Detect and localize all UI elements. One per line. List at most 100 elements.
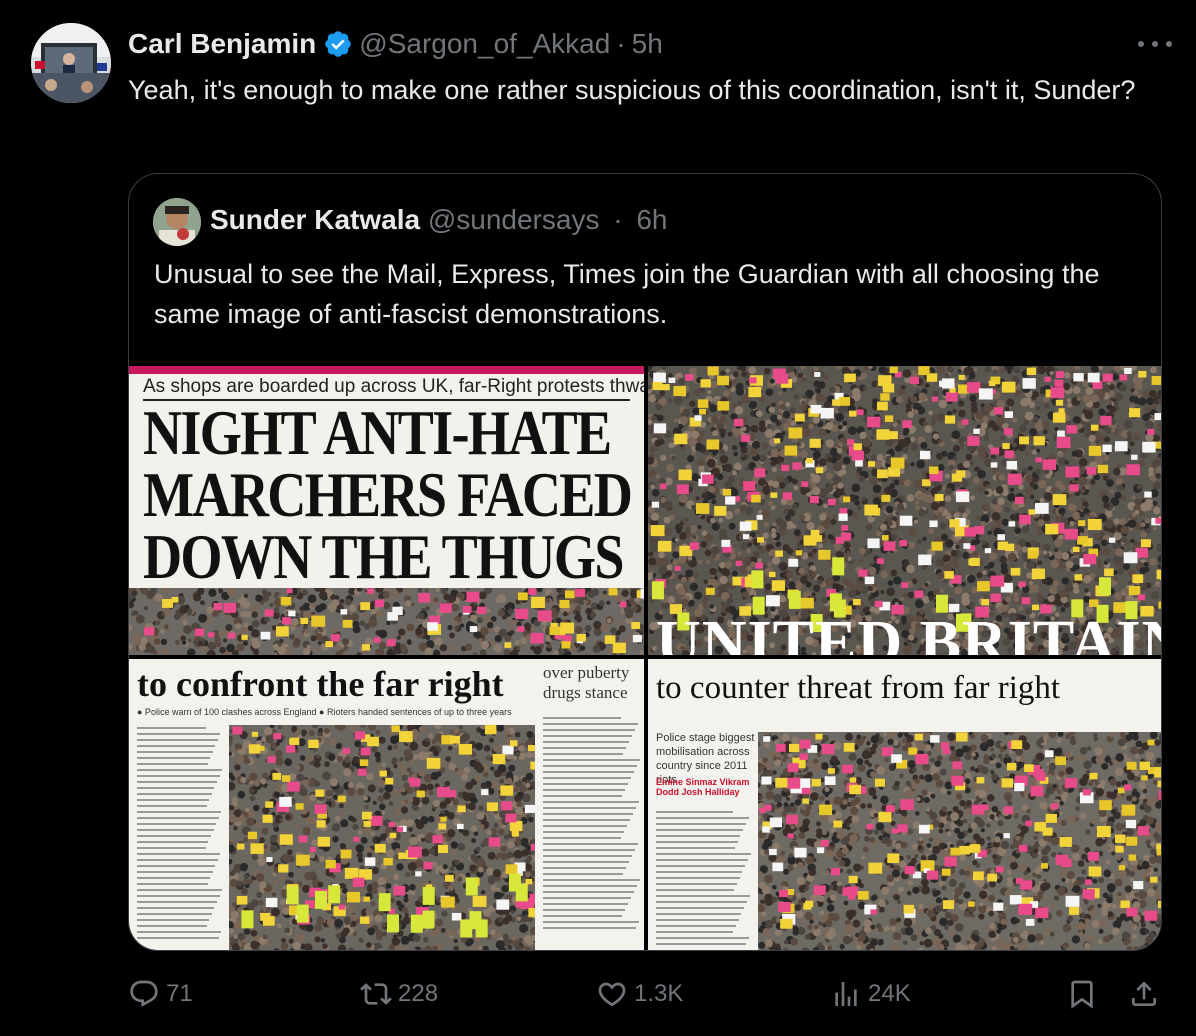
text-line xyxy=(543,807,637,809)
text-line xyxy=(137,757,211,759)
text-line xyxy=(543,837,622,839)
quoted-separator: · xyxy=(613,204,623,235)
repost-button[interactable]: 228 xyxy=(360,976,438,1012)
text-line xyxy=(137,805,207,807)
text-line xyxy=(137,865,216,867)
quoted-author-handle[interactable]: @sundersays xyxy=(428,204,600,235)
text-line xyxy=(543,861,630,863)
text-line xyxy=(137,835,211,837)
text-line xyxy=(656,829,744,831)
text-line xyxy=(656,841,738,843)
text-line xyxy=(137,811,222,813)
text-line xyxy=(137,799,210,801)
views-button[interactable]: 24K xyxy=(830,976,911,1012)
text-line xyxy=(137,931,222,933)
text-line xyxy=(543,831,625,833)
quoted-author-avatar[interactable] xyxy=(153,198,201,246)
text-line xyxy=(543,765,638,767)
text-line xyxy=(137,907,215,909)
text-line xyxy=(656,895,751,897)
text-line xyxy=(656,883,737,885)
text-line xyxy=(656,811,733,813)
text-line xyxy=(543,825,628,827)
like-button[interactable]: 1.3K xyxy=(596,976,683,1012)
more-icon[interactable] xyxy=(1138,34,1172,54)
text-line xyxy=(656,907,745,909)
text-line xyxy=(543,771,635,773)
share-button[interactable] xyxy=(1128,976,1166,1012)
separator: · xyxy=(616,28,626,59)
text-line xyxy=(543,729,636,731)
share-icon xyxy=(1132,981,1156,1006)
text-line xyxy=(543,759,641,761)
reply-button[interactable]: 71 xyxy=(128,976,193,1012)
crowd-image xyxy=(129,588,644,655)
author-avatar[interactable] xyxy=(31,23,111,103)
author-handle[interactable]: @Sargon_of_Akkad xyxy=(359,28,610,60)
quoted-author-name[interactable]: Sunder Katwala xyxy=(210,204,420,235)
text-line xyxy=(543,741,630,743)
text-line xyxy=(543,813,634,815)
text-line xyxy=(137,739,218,741)
text-line xyxy=(543,735,633,737)
author-name[interactable]: Carl Benjamin xyxy=(128,28,316,60)
text-line xyxy=(137,877,211,879)
text-line xyxy=(656,877,740,879)
text-line xyxy=(543,867,627,869)
bookmark-button[interactable] xyxy=(1066,976,1104,1012)
text-line xyxy=(656,937,750,939)
image-grid: As shops are boarded up across UK, far-R… xyxy=(129,366,1161,950)
crowd-photo xyxy=(129,588,644,655)
text-line xyxy=(137,913,212,915)
newspaper-sidehead: over puberty drugs stance xyxy=(543,663,630,702)
article-text-column xyxy=(543,717,641,947)
image-newspaper-4[interactable]: to counter threat from far right Police … xyxy=(648,659,1161,950)
text-line xyxy=(137,853,221,855)
quoted-header: Sunder Katwala @sundersays · 6h xyxy=(210,204,668,236)
text-line xyxy=(137,745,216,747)
text-line xyxy=(137,817,219,819)
quoted-timestamp[interactable]: 6h xyxy=(636,204,667,235)
image-newspaper-1[interactable]: As shops are boarded up across UK, far-R… xyxy=(129,366,644,655)
text-line xyxy=(543,777,632,779)
text-line xyxy=(543,915,623,917)
image-newspaper-3[interactable]: to confront the far right over puberty d… xyxy=(129,659,644,950)
text-line xyxy=(137,727,206,729)
text-line xyxy=(656,913,742,915)
article-text-column xyxy=(656,811,752,950)
text-line xyxy=(543,783,629,785)
text-line xyxy=(656,865,746,867)
text-line xyxy=(543,801,640,803)
text-line xyxy=(543,891,635,893)
text-line xyxy=(137,829,214,831)
bookmark-icon xyxy=(1071,980,1093,1009)
text-line xyxy=(543,753,624,755)
repost-icon xyxy=(360,983,392,1005)
text-line xyxy=(137,787,215,789)
newspaper-subline: ● Police warn of 100 clashes across Engl… xyxy=(137,707,512,717)
text-line xyxy=(656,919,739,921)
headline-line-2: MARCHERS FACED xyxy=(143,460,633,530)
text-line xyxy=(656,847,735,849)
text-line xyxy=(543,897,632,899)
text-line xyxy=(543,747,627,749)
image-newspaper-2[interactable]: UNITED BRITAIN xyxy=(648,366,1161,655)
verified-icon xyxy=(323,29,353,59)
action-bar: 71 228 1.3K 24K xyxy=(128,976,1168,1012)
text-line xyxy=(656,871,743,873)
timestamp[interactable]: 5h xyxy=(632,28,663,60)
text-line xyxy=(543,885,638,887)
quoted-tweet[interactable]: Sunder Katwala @sundersays · 6h Unusual … xyxy=(128,173,1162,951)
headline-line-1: NIGHT ANTI-HATE xyxy=(143,398,612,468)
tweet-header: Carl Benjamin @Sargon_of_Akkad · 5h xyxy=(128,26,663,62)
quoted-text: Unusual to see the Mail, Express, Times … xyxy=(154,259,1100,329)
text-line xyxy=(137,775,220,777)
views-icon xyxy=(835,982,857,1006)
text-line xyxy=(137,763,208,765)
text-line xyxy=(543,879,641,881)
text-line xyxy=(543,855,633,857)
text-line xyxy=(137,859,218,861)
text-line xyxy=(656,859,749,861)
text-line xyxy=(137,733,221,735)
text-line xyxy=(543,921,640,923)
